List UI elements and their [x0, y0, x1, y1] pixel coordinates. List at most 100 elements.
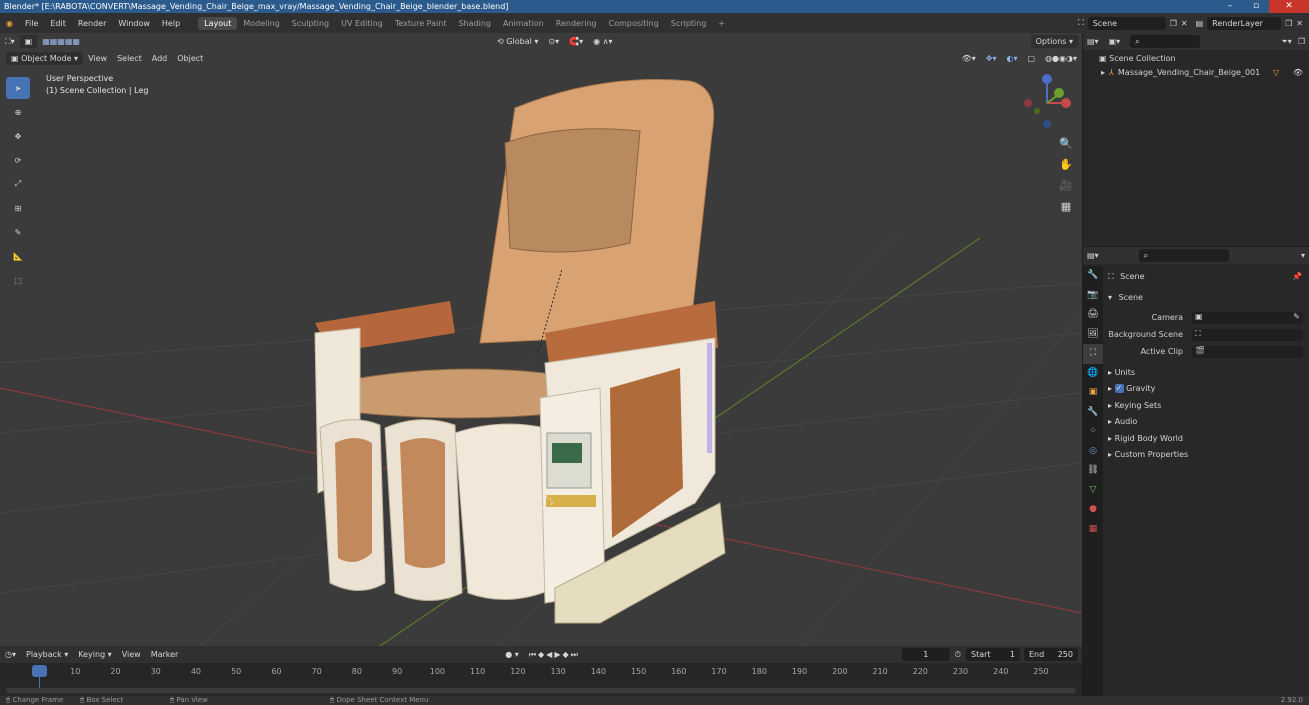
new-layer-icon[interactable]: ❐ — [1285, 19, 1292, 28]
selection-modes-icon[interactable]: ▦▦▦▦▦ — [37, 35, 85, 48]
tab-layout[interactable]: Layout — [198, 16, 238, 30]
zoom-icon[interactable]: 🔍 — [1058, 133, 1074, 154]
massage-chair-model[interactable] — [314, 79, 726, 624]
gravity-section[interactable]: ▸ ✓ Gravity — [1108, 384, 1155, 393]
filter-icon[interactable]: ⏷▾ — [1281, 37, 1291, 47]
audio-section[interactable]: ▸ Audio — [1108, 417, 1137, 426]
properties-editor-icon[interactable]: ▤▾ — [1087, 251, 1099, 260]
render-layer-icon[interactable]: ▤ — [1196, 19, 1204, 28]
editor-type-icon[interactable]: ⛶▾ — [0, 35, 20, 49]
blender-logo-icon[interactable]: ◉ — [0, 19, 19, 28]
camera-view-icon[interactable]: 🎥 — [1058, 175, 1074, 196]
constraints-tab-icon[interactable]: ⛓ — [1083, 461, 1103, 481]
menu-timeline-view[interactable]: View — [117, 648, 146, 661]
maximize-button[interactable]: ▫ — [1243, 0, 1269, 13]
preview-range-icon[interactable]: ⏱ — [950, 648, 966, 662]
rigid-body-section[interactable]: ▸ Rigid Body World — [1108, 434, 1183, 443]
units-section[interactable]: ▸ Units — [1108, 368, 1135, 377]
playback-controls[interactable]: ⏮◆◀▶◆⏭ — [524, 648, 585, 662]
menu-window[interactable]: Window — [112, 19, 156, 28]
tab-scripting[interactable]: Scripting — [665, 17, 713, 30]
pin-icon[interactable]: 📌 — [1292, 272, 1302, 281]
visibility-icon[interactable]: 👁▾ — [957, 52, 981, 65]
object-tab-icon[interactable]: ▣ — [1083, 383, 1103, 403]
active-clip-field[interactable]: 🎬 — [1192, 346, 1303, 358]
rotate-tool-icon[interactable]: ⟳ — [6, 149, 30, 171]
properties-search-input[interactable]: ⌕ — [1138, 249, 1229, 262]
new-collection-icon[interactable]: ❐ — [1298, 37, 1305, 46]
timeline-scrollbar[interactable] — [6, 688, 1076, 693]
tab-uv-editing[interactable]: UV Editing — [335, 17, 389, 30]
playhead[interactable] — [32, 665, 47, 677]
particles-tab-icon[interactable]: ⁘ — [1083, 422, 1103, 442]
background-scene-field[interactable]: ⛶ — [1192, 329, 1303, 341]
move-tool-icon[interactable]: ✥ — [6, 125, 30, 147]
custom-properties-section[interactable]: ▸ Custom Properties — [1108, 450, 1188, 459]
delete-scene-icon[interactable]: ✕ — [1181, 19, 1188, 28]
camera-field[interactable]: ▣ ✎ — [1192, 312, 1303, 324]
select-box-tool-icon[interactable]: ➤ — [6, 77, 30, 99]
timeline-editor-icon[interactable]: ◷▾ — [0, 648, 21, 661]
menu-file[interactable]: File — [19, 19, 44, 28]
material-tab-icon[interactable]: ● — [1083, 500, 1103, 520]
outliner-root-row[interactable]: ▣ Scene Collection — [1083, 50, 1309, 63]
close-button[interactable]: ✕ — [1269, 0, 1309, 13]
modifier-filter-icon[interactable]: ▽ — [1273, 68, 1279, 77]
menu-view[interactable]: View — [83, 52, 112, 65]
menu-object[interactable]: Object — [172, 52, 208, 65]
add-cube-tool-icon[interactable]: ⬚ — [6, 269, 30, 291]
physics-tab-icon[interactable]: ◎ — [1083, 442, 1103, 462]
scene-icon[interactable]: ⛶ — [1078, 18, 1084, 28]
scale-tool-icon[interactable]: ⤢ — [6, 173, 30, 195]
pan-hand-icon[interactable]: ✋ — [1058, 154, 1074, 175]
display-mode-icon[interactable]: ▣▾ — [1109, 37, 1121, 46]
menu-select[interactable]: Select — [112, 52, 147, 65]
minimize-button[interactable]: – — [1217, 0, 1243, 13]
gizmo-toggle-icon[interactable]: ✥▾ — [981, 52, 1002, 65]
delete-layer-icon[interactable]: ✕ — [1296, 19, 1303, 28]
pivot-icon[interactable]: ⊙▾ — [543, 35, 564, 48]
menu-edit[interactable]: Edit — [44, 19, 72, 28]
xray-toggle-icon[interactable]: ▢ — [1023, 52, 1041, 65]
menu-render[interactable]: Render — [72, 19, 112, 28]
render-tab-icon[interactable]: 📷 — [1083, 286, 1103, 306]
navigation-gizmo[interactable] — [1024, 74, 1071, 128]
menu-add[interactable]: Add — [147, 52, 173, 65]
tab-sculpting[interactable]: Sculpting — [286, 17, 335, 30]
tab-rendering[interactable]: Rendering — [550, 17, 603, 30]
menu-marker[interactable]: Marker — [146, 648, 184, 661]
record-icon[interactable]: ● ▾ — [500, 648, 524, 661]
keying-sets-section[interactable]: ▸ Keying Sets — [1108, 401, 1161, 410]
start-frame-field[interactable]: Start 1 — [966, 648, 1020, 661]
add-workspace-button[interactable]: + — [712, 17, 731, 30]
tab-compositing[interactable]: Compositing — [603, 17, 665, 30]
outliner-item-row[interactable]: ▸ ⅄ Massage_Vending_Chair_Beige_001 ▽ 👁 — [1083, 63, 1309, 78]
annotate-tool-icon[interactable]: ✎ — [6, 221, 30, 243]
current-frame-field[interactable]: 1 — [901, 648, 950, 661]
menu-keying[interactable]: Keying ▾ — [73, 648, 116, 661]
transform-orientation-dropdown[interactable]: ⟲ Global ▾ — [492, 35, 543, 48]
gravity-checkbox[interactable]: ✓ — [1114, 384, 1124, 393]
transform-tool-icon[interactable]: ⊞ — [6, 197, 30, 219]
measure-tool-icon[interactable]: 📐 — [6, 245, 30, 267]
world-tab-icon[interactable]: 🌐 — [1083, 364, 1103, 384]
menu-help[interactable]: Help — [156, 19, 186, 28]
data-tab-icon[interactable]: ▽ — [1083, 481, 1103, 501]
overlays-toggle-icon[interactable]: ◐▾ — [1002, 52, 1023, 65]
outliner-editor-icon[interactable]: ▤▾ — [1087, 37, 1099, 46]
render-layer-field[interactable]: RenderLayer — [1207, 16, 1282, 30]
visibility-eye-icon[interactable]: 👁 — [1293, 68, 1303, 77]
mode-dropdown[interactable]: ▣ Object Mode ▾ — [6, 52, 84, 65]
proportional-edit-icon[interactable]: ◉ ∧▾ — [588, 35, 617, 48]
new-scene-icon[interactable]: ❐ — [1170, 19, 1177, 28]
tab-animation[interactable]: Animation — [497, 17, 550, 30]
tool-tab-icon[interactable]: 🔧 — [1083, 266, 1103, 286]
texture-tab-icon[interactable]: ▦ — [1083, 520, 1103, 540]
tab-texture-paint[interactable]: Texture Paint — [389, 17, 453, 30]
scene-panel-header[interactable]: ▾ Scene — [1108, 293, 1143, 302]
snap-icon[interactable]: 🧲▾ — [564, 35, 588, 48]
scene-name-field[interactable]: Scene — [1087, 16, 1166, 30]
shading-mode-icons[interactable]: ◍●◉◑▾ — [1040, 52, 1082, 65]
tab-shading[interactable]: Shading — [452, 17, 497, 30]
3d-viewport[interactable]: ⛶▾ ▣ ▦▦▦▦▦ ⟲ Global ▾ ⊙▾ 🧲▾ ◉ ∧▾ Options… — [0, 33, 1082, 646]
